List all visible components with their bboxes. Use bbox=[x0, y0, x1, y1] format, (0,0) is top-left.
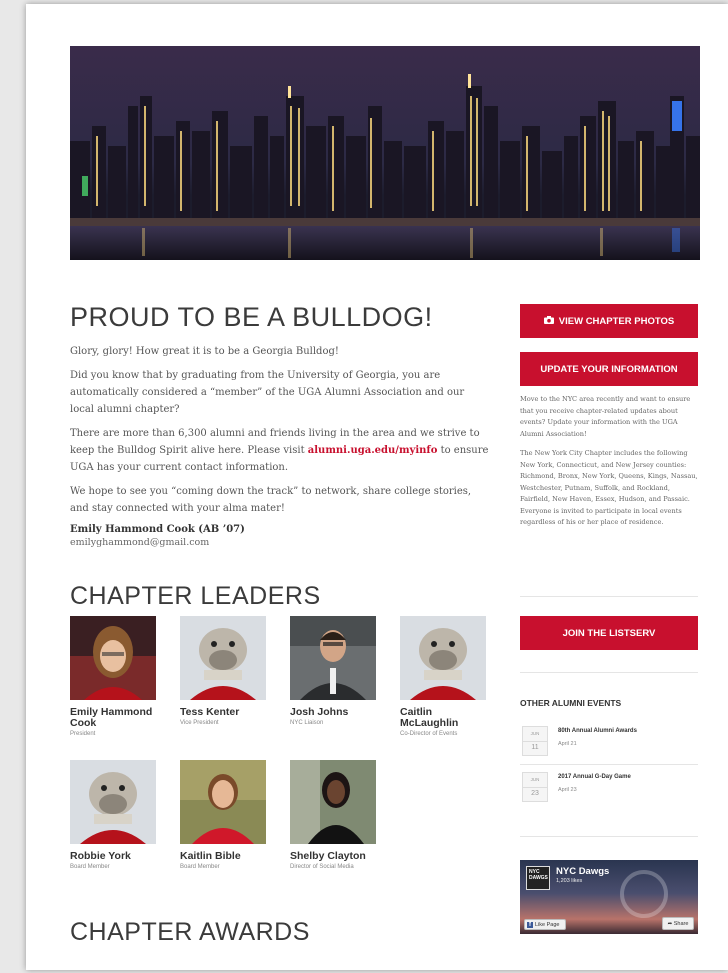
intro-text: Glory, glory! How great it is to be a Ge… bbox=[70, 346, 339, 357]
leader-photo[interactable] bbox=[400, 616, 486, 700]
fb-page-name[interactable]: NYC Dawgs bbox=[556, 866, 609, 877]
update-information-label: UPDATE YOUR INFORMATION bbox=[540, 363, 678, 375]
leader-role: Board Member bbox=[70, 864, 110, 870]
leader-card[interactable]: Emily Hammond Cook President bbox=[70, 616, 156, 737]
leader-role: NYC Liaison bbox=[290, 720, 324, 726]
update-information-button[interactable]: UPDATE YOUR INFORMATION bbox=[520, 352, 698, 386]
event-title[interactable]: 80th Annual Alumni Awards bbox=[558, 728, 637, 734]
fb-page-logo[interactable]: NYC DAWGS bbox=[526, 866, 550, 890]
sidebar-update-text: Move to the NYC area recently and want t… bbox=[520, 395, 691, 438]
fb-like-button[interactable]: f Like Page bbox=[524, 919, 566, 930]
leader-card[interactable]: Tess Kenter Vice President bbox=[180, 616, 266, 726]
divider bbox=[520, 764, 698, 765]
event-day: 11 bbox=[523, 741, 547, 751]
signature-email[interactable]: emilyghammond@gmail.com bbox=[70, 537, 490, 548]
leader-role: President bbox=[70, 731, 96, 737]
leader-card[interactable]: Kaitlin Bible Board Member bbox=[180, 760, 266, 870]
event-date-badge: JUN 23 bbox=[522, 772, 548, 802]
chapter-leaders-heading: CHAPTER LEADERS bbox=[70, 582, 321, 610]
event-date: April 21 bbox=[558, 741, 577, 747]
divider bbox=[520, 596, 698, 597]
georgia-g-watermark bbox=[620, 870, 668, 918]
leader-name: Robbie York bbox=[70, 850, 131, 862]
leader-photo[interactable] bbox=[290, 760, 376, 844]
leader-role: Director of Social Media bbox=[290, 864, 354, 870]
divider bbox=[520, 836, 698, 837]
page-heading: PROUD TO BE A BULLDOG! bbox=[70, 302, 433, 332]
event-item[interactable]: JUN 23 2017 Annual G-Day Game April 23 bbox=[520, 772, 698, 804]
leader-name: Caitlin McLaughlin bbox=[400, 706, 459, 729]
event-month: JUN bbox=[530, 777, 540, 782]
facebook-page-widget[interactable]: NYC DAWGS NYC Dawgs 1,203 likes f Like P… bbox=[520, 860, 698, 934]
view-chapter-photos-button[interactable]: VIEW CHAPTER PHOTOS bbox=[520, 304, 698, 338]
leader-photo[interactable] bbox=[180, 760, 266, 844]
join-listserv-label: JOIN THE LISTSERV bbox=[562, 627, 656, 639]
leader-photo[interactable] bbox=[180, 616, 266, 700]
leader-role: Vice President bbox=[180, 720, 219, 726]
signature-name: Emily Hammond Cook (AB ’07) bbox=[70, 524, 245, 535]
hero-skyline-image bbox=[70, 46, 700, 260]
leader-photo[interactable] bbox=[70, 616, 156, 700]
leader-role: Co-Director of Events bbox=[400, 731, 458, 737]
event-date: April 23 bbox=[558, 787, 577, 793]
leader-card[interactable]: Robbie York Board Member bbox=[70, 760, 156, 870]
leader-name: Josh Johns bbox=[290, 706, 349, 718]
main-content: PROUD TO BE A BULLDOG! Glory, glory! How… bbox=[70, 302, 490, 548]
event-date-badge: JUN 11 bbox=[522, 726, 548, 756]
other-events-heading: OTHER ALUMNI EVENTS bbox=[520, 698, 622, 708]
leader-photo[interactable] bbox=[70, 760, 156, 844]
myinfo-link[interactable]: alumni.uga.edu/myinfo bbox=[308, 445, 438, 456]
sidebar-counties-text: The New York City Chapter includes the f… bbox=[520, 449, 698, 526]
alumni-count-text: There are more than 6,300 alumni and fri… bbox=[70, 428, 489, 473]
sidebar-info: Move to the NYC area recently and want t… bbox=[520, 394, 698, 529]
leader-card[interactable]: Caitlin McLaughlin Co-Director of Events bbox=[400, 616, 486, 737]
event-item[interactable]: JUN 11 80th Annual Alumni Awards April 2… bbox=[520, 726, 698, 758]
fb-like-label: Like Page bbox=[535, 921, 560, 928]
fb-share-label: Share bbox=[673, 920, 689, 927]
camera-icon bbox=[543, 315, 554, 327]
view-chapter-photos-label: VIEW CHAPTER PHOTOS bbox=[558, 315, 675, 327]
leader-photo[interactable] bbox=[290, 616, 376, 700]
leader-role: Board Member bbox=[180, 864, 220, 870]
chapter-awards-heading: CHAPTER AWARDS bbox=[70, 918, 310, 946]
leader-name: Tess Kenter bbox=[180, 706, 240, 718]
event-month: JUN bbox=[530, 731, 540, 736]
leader-name: Shelby Clayton bbox=[290, 850, 366, 862]
membership-text: Did you know that by graduating from the… bbox=[70, 370, 465, 415]
fb-share-button[interactable]: ➦ Share bbox=[662, 917, 694, 930]
leader-card[interactable]: Shelby Clayton Director of Social Media bbox=[290, 760, 376, 870]
leader-name: Emily Hammond Cook bbox=[70, 706, 153, 729]
page: PROUD TO BE A BULLDOG! Glory, glory! How… bbox=[26, 4, 728, 970]
event-title[interactable]: 2017 Annual G-Day Game bbox=[558, 774, 631, 780]
closing-text: We hope to see you “coming down the trac… bbox=[70, 486, 472, 514]
divider bbox=[520, 672, 698, 673]
fb-page-likes: 1,203 likes bbox=[556, 878, 583, 884]
leader-card[interactable]: Josh Johns NYC Liaison bbox=[290, 616, 376, 726]
facebook-icon: f bbox=[527, 921, 533, 928]
event-day: 23 bbox=[523, 787, 547, 797]
join-listserv-button[interactable]: JOIN THE LISTSERV bbox=[520, 616, 698, 650]
leader-name: Kaitlin Bible bbox=[180, 850, 241, 862]
